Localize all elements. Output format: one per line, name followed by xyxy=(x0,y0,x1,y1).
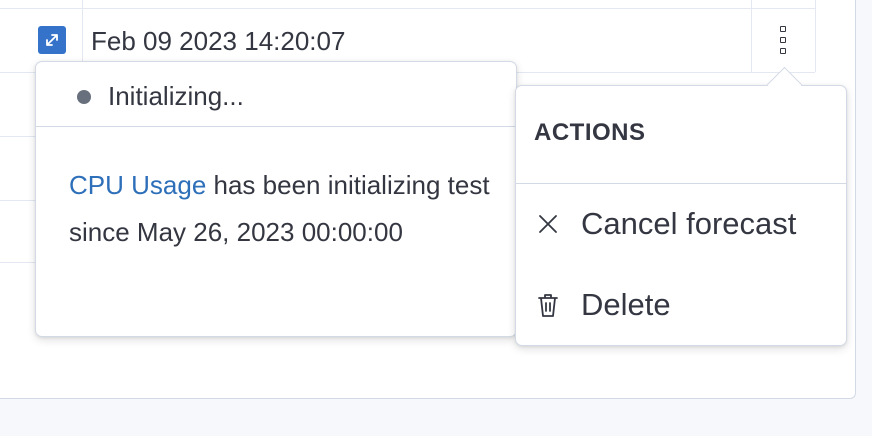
kebab-dot xyxy=(780,37,786,43)
status-dot-icon xyxy=(77,90,91,104)
status-popover: Initializing... CPU Usage has been initi… xyxy=(35,61,517,337)
row-actions-button[interactable] xyxy=(770,22,798,64)
expand-icon xyxy=(46,34,58,46)
actions-title: ACTIONS xyxy=(534,119,646,146)
table-column-divider xyxy=(815,0,816,72)
kebab-dot xyxy=(780,48,786,54)
divider xyxy=(516,183,846,184)
job-link[interactable]: CPU Usage xyxy=(69,170,206,200)
status-message: CPU Usage has been initializing test sin… xyxy=(69,162,499,256)
menu-item-delete[interactable]: Delete xyxy=(516,273,846,337)
table-row-divider xyxy=(0,8,815,9)
close-icon xyxy=(539,215,557,233)
table-row-divider xyxy=(0,262,40,263)
divider xyxy=(36,126,516,127)
expand-row-button[interactable] xyxy=(38,26,66,54)
menu-item-cancel-forecast[interactable]: Cancel forecast xyxy=(516,192,846,256)
table-row-divider xyxy=(0,136,40,137)
kebab-dot xyxy=(780,26,786,32)
table-column-divider xyxy=(751,0,752,72)
row-timestamp: Feb 09 2023 14:20:07 xyxy=(91,26,346,56)
trash-icon xyxy=(538,294,558,317)
table-row-divider xyxy=(0,200,40,201)
actions-menu: ACTIONS Cancel forecast Delete xyxy=(515,66,847,346)
menu-item-label: Delete xyxy=(581,287,671,322)
status-label: Initializing... xyxy=(108,81,244,111)
menu-item-label: Cancel forecast xyxy=(581,206,797,241)
